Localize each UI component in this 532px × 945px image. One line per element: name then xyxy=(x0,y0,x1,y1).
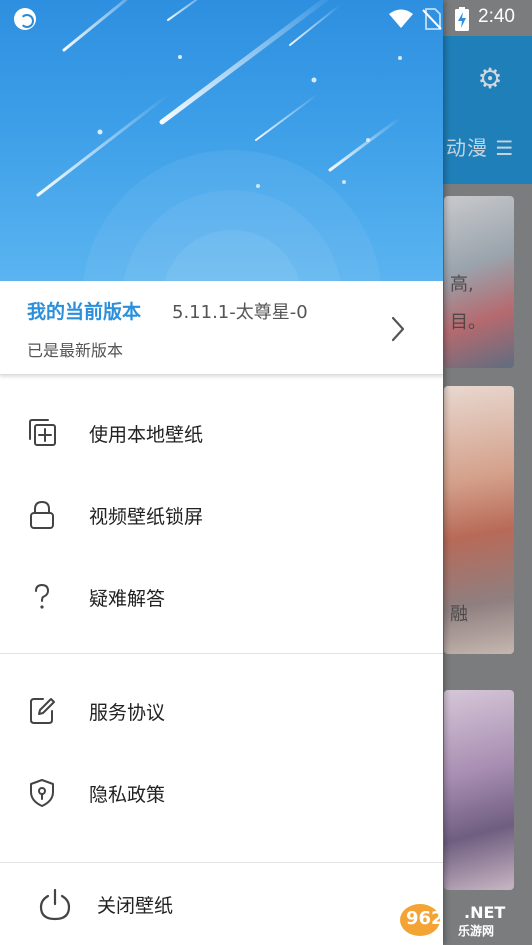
battery-charging-icon xyxy=(455,7,469,31)
menu-icon: ☰ xyxy=(495,136,515,160)
menu-item-faq[interactable]: 疑难解答 xyxy=(0,556,443,638)
edit-document-icon xyxy=(30,698,55,724)
navigation-drawer: 我的当前版本 5.11.1-太尊星-0 已是最新版本 使用本地壁纸 视频壁纸锁屏… xyxy=(0,0,443,945)
drawer-header-banner xyxy=(0,0,443,281)
svg-text:962: 962 xyxy=(406,908,444,929)
menu-item-local-wallpaper[interactable]: 使用本地壁纸 xyxy=(0,392,443,474)
add-local-wallpaper-icon xyxy=(29,419,56,446)
menu-label: 使用本地壁纸 xyxy=(89,424,204,446)
menu-label: 疑难解答 xyxy=(89,588,166,610)
site-watermark: 962 .NET 乐游网 xyxy=(398,896,528,940)
question-icon xyxy=(35,583,50,609)
svg-text:.NET: .NET xyxy=(464,903,505,922)
version-title: 我的当前版本 xyxy=(27,301,142,323)
card-caption: 融 xyxy=(450,604,468,625)
close-wallpaper-button[interactable]: 关闭壁纸 xyxy=(0,863,443,945)
shield-icon xyxy=(30,779,54,807)
watermark-text: 乐游网 xyxy=(458,924,495,938)
app-sync-icon xyxy=(14,8,36,30)
power-icon xyxy=(39,888,71,921)
status-bar: 2:40 xyxy=(0,0,532,36)
wifi-icon xyxy=(389,9,413,28)
no-sim-icon xyxy=(422,8,442,30)
background-tab-label: 动漫 xyxy=(446,136,488,160)
menu-item-service-agreement[interactable]: 服务协议 xyxy=(0,670,443,752)
chevron-right-icon[interactable] xyxy=(390,316,406,342)
wallpaper-card[interactable]: 高, 目。 xyxy=(444,196,514,368)
close-wallpaper-label: 关闭壁纸 xyxy=(97,895,174,917)
menu-label: 服务协议 xyxy=(89,702,166,724)
card-caption: 目。 xyxy=(450,312,486,333)
card-caption: 高, xyxy=(450,274,474,295)
menu-label: 视频壁纸锁屏 xyxy=(89,506,204,528)
gear-icon[interactable]: ⚙ xyxy=(475,64,505,94)
version-status: 已是最新版本 xyxy=(27,341,124,360)
lock-icon xyxy=(30,500,54,529)
wallpaper-card[interactable]: 融 xyxy=(444,386,514,654)
background-tab[interactable]: 动漫 ☰ xyxy=(446,132,514,161)
meteor-shower-illustration xyxy=(36,0,402,281)
menu-item-video-lockscreen[interactable]: 视频壁纸锁屏 xyxy=(0,474,443,556)
wallpaper-card[interactable] xyxy=(444,690,514,890)
status-time: 2:40 xyxy=(478,6,515,27)
menu-label: 隐私政策 xyxy=(89,784,166,806)
version-number: 5.11.1-太尊星-0 xyxy=(172,302,308,323)
menu-item-privacy-policy[interactable]: 隐私政策 xyxy=(0,752,443,834)
menu-divider xyxy=(0,653,443,654)
